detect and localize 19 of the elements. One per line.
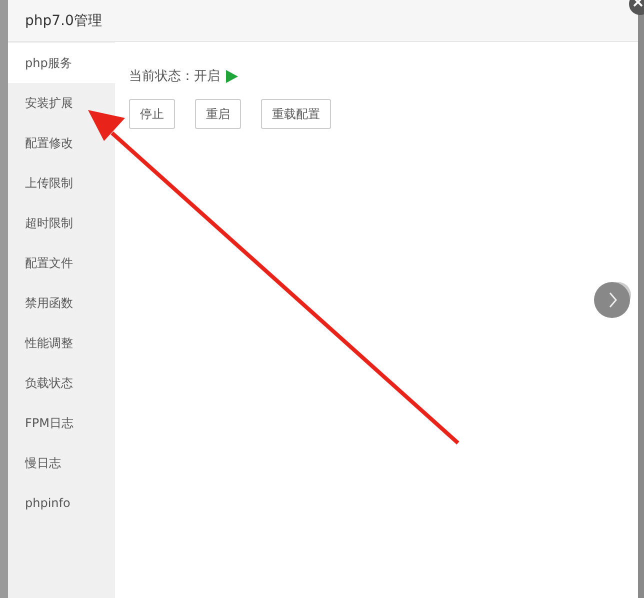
sidebar-item[interactable]: 配置修改 [8, 123, 115, 163]
next-arrow-icon[interactable] [594, 280, 634, 320]
action-button[interactable]: 重启 [195, 99, 241, 129]
sidebar-item[interactable]: 配置文件 [8, 243, 115, 283]
sidebar-item[interactable]: 性能调整 [8, 323, 115, 363]
sidebar-item[interactable]: 负载状态 [8, 363, 115, 403]
window-title: php7.0管理 [25, 12, 102, 30]
sidebar-item[interactable]: 超时限制 [8, 203, 115, 243]
action-button[interactable]: 重载配置 [261, 99, 331, 129]
sidebar-item[interactable]: FPM日志 [8, 403, 115, 443]
sidebar-item[interactable]: 慢日志 [8, 443, 115, 483]
sidebar-item[interactable]: 安装扩展 [8, 83, 115, 123]
status-text: 当前状态：开启 [129, 68, 220, 85]
action-button[interactable]: 停止 [129, 99, 175, 129]
sidebar-item[interactable]: 禁用函数 [8, 283, 115, 323]
sidebar-item[interactable]: 上传限制 [8, 163, 115, 203]
close-icon[interactable] [628, 0, 644, 16]
sidebar-item[interactable]: phpinfo [8, 483, 115, 523]
sidebar-item[interactable]: php服务 [8, 43, 115, 83]
